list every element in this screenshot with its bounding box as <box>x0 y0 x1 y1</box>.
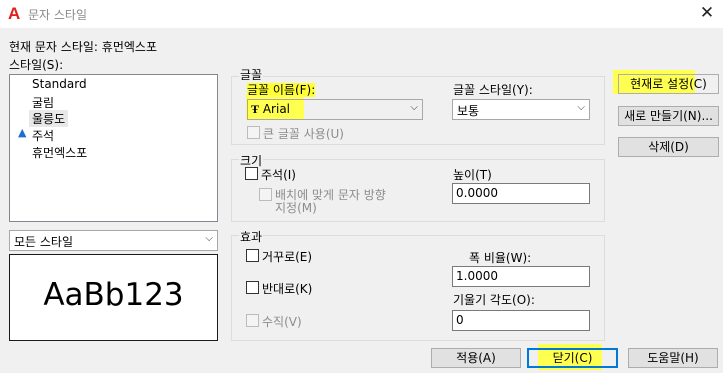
upside-down-label: 거꾸로(E) <box>262 250 313 264</box>
oblique-angle-input[interactable]: 0 <box>452 310 590 331</box>
vertical-label: 수직(V) <box>262 315 302 329</box>
preview-text: AaBb123 <box>43 277 184 313</box>
backwards-label: 반대로(K) <box>262 282 313 296</box>
autocad-app-icon: A <box>8 4 21 23</box>
window-title: 문자 스타일 <box>28 8 88 22</box>
bigfont-label: 큰 글꼴 사용(U) <box>263 127 344 141</box>
match-orientation-label-line2: 지정(M) <box>275 201 317 215</box>
style-filter-value: 모든 스타일 <box>14 235 74 249</box>
set-current-button-label: 현재로 설정(C) <box>630 77 707 91</box>
help-button-label: 도움말(H) <box>647 351 699 365</box>
styles-listbox[interactable]: Standard 굴림 울릉도 ▲ 주석 휴먼엑스포 <box>9 74 218 222</box>
close-button-label: 닫기(C) <box>552 351 593 365</box>
delete-style-button[interactable]: 삭제(D) <box>618 137 719 157</box>
new-style-button[interactable]: 새로 만들기(N)... <box>618 106 719 126</box>
font-name-dropdown[interactable]: Ŧ Arial ⌵ <box>247 99 423 120</box>
style-item-humanexpo[interactable]: 휴먼엑스포 <box>32 144 87 161</box>
height-input[interactable]: 0.0000 <box>452 183 590 204</box>
font-style-dropdown[interactable]: 보통 ⌵ <box>452 99 590 120</box>
width-factor-input[interactable]: 1.0000 <box>452 266 590 287</box>
style-item-ulleungdo[interactable]: 울릉도 <box>29 110 69 127</box>
close-button[interactable]: 닫기(C) <box>527 348 618 368</box>
annotative-label: 주석(I) <box>261 168 296 182</box>
oblique-angle-label: 기울기 각도(O): <box>453 293 535 307</box>
styles-label: 스타일(S): <box>9 58 64 72</box>
current-style-value: 휴먼엑스포 <box>101 40 157 54</box>
truetype-font-icon: Ŧ <box>251 102 260 116</box>
font-name-value: Arial <box>262 102 291 116</box>
new-style-button-label: 새로 만들기(N)... <box>624 109 713 123</box>
annotative-checkbox[interactable] <box>245 167 258 180</box>
title-bar <box>0 0 723 28</box>
close-icon[interactable]: ✕ <box>694 3 720 25</box>
set-current-button[interactable]: 현재로 설정(C) <box>618 74 719 94</box>
style-item-standard[interactable]: Standard <box>32 77 87 91</box>
style-item-annotative[interactable]: 주석 <box>32 127 54 144</box>
font-style-label: 글꼴 스타일(Y): <box>453 83 533 97</box>
current-style-caption: 현재 문자 스타일: <box>9 40 98 54</box>
width-factor-value: 1.0000 <box>456 269 498 283</box>
height-value: 0.0000 <box>456 186 498 200</box>
effects-group-title: 효과 <box>239 228 264 245</box>
upside-down-checkbox[interactable] <box>246 249 259 262</box>
preview-box: AaBb123 <box>9 254 218 341</box>
delete-style-button-label: 삭제(D) <box>648 140 689 154</box>
chevron-down-icon: ⌵ <box>410 102 418 113</box>
height-label: 높이(T) <box>453 168 492 182</box>
font-style-value: 보통 <box>457 104 480 118</box>
backwards-checkbox[interactable] <box>246 281 259 294</box>
current-style-label: 현재 문자 스타일: 휴먼엑스포 <box>9 38 157 55</box>
annotative-icon: ▲ <box>18 126 27 139</box>
match-orientation-checkbox[interactable] <box>259 188 272 201</box>
style-filter-dropdown[interactable]: 모든 스타일 ⌵ <box>9 230 218 251</box>
style-item-gulim[interactable]: 굴림 <box>32 94 54 111</box>
apply-button[interactable]: 적용(A) <box>431 348 521 368</box>
help-button[interactable]: 도움말(H) <box>628 348 718 368</box>
width-factor-label: 폭 비율(W): <box>469 251 532 265</box>
vertical-checkbox[interactable] <box>246 314 259 327</box>
apply-button-label: 적용(A) <box>456 351 496 365</box>
bigfont-checkbox[interactable] <box>247 126 260 139</box>
chevron-down-icon: ⌵ <box>205 233 213 244</box>
chevron-down-icon: ⌵ <box>577 102 585 113</box>
oblique-angle-value: 0 <box>456 313 464 327</box>
